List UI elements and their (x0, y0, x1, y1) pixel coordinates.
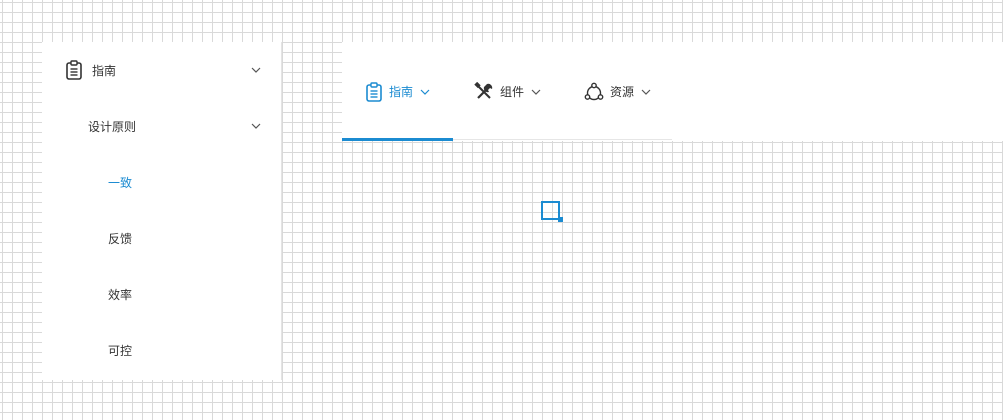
menu-item-label: 反馈 (108, 231, 133, 246)
menu-item-feedback[interactable]: 反馈 (42, 210, 281, 266)
submenu-guide-label: 指南 (92, 63, 117, 78)
hmenu-item-label: 指南 (389, 85, 414, 99)
hmenu-item-label: 资源 (610, 85, 635, 99)
chevron-down-icon (641, 89, 651, 95)
horizontal-menu: 指南 组件 资源 (342, 42, 1003, 141)
menu-item-label: 可控 (108, 343, 133, 358)
submenu-design-principles-label: 设计原则 (88, 119, 137, 134)
network-icon (584, 82, 604, 100)
tools-icon (474, 81, 493, 99)
vertical-menu: 指南 设计原则 一致 反馈 效率 可控 (42, 42, 282, 380)
hmenu-item-label: 组件 (500, 85, 525, 99)
submenu-guide[interactable]: 指南 (42, 42, 281, 98)
submenu-design-principles[interactable]: 设计原则 (42, 98, 281, 154)
menu-item-label: 一致 (108, 175, 133, 190)
hmenu-item-resources[interactable]: 资源 (584, 42, 652, 141)
menu-item-controllability[interactable]: 可控 (42, 322, 281, 378)
resize-handle[interactable] (558, 217, 563, 222)
hmenu-item-guide[interactable]: 指南 (365, 42, 431, 141)
chevron-down-icon (251, 123, 261, 129)
chevron-down-icon (420, 89, 430, 95)
chevron-down-icon (251, 67, 261, 73)
menu-item-efficiency[interactable]: 效率 (42, 266, 281, 322)
menu-item-label: 效率 (108, 287, 133, 302)
clipboard-icon (366, 81, 382, 102)
hmenu-item-components[interactable]: 组件 (474, 42, 542, 141)
chevron-down-icon (531, 89, 541, 95)
clipboard-icon (66, 60, 82, 80)
menu-item-consistency[interactable]: 一致 (42, 154, 281, 210)
